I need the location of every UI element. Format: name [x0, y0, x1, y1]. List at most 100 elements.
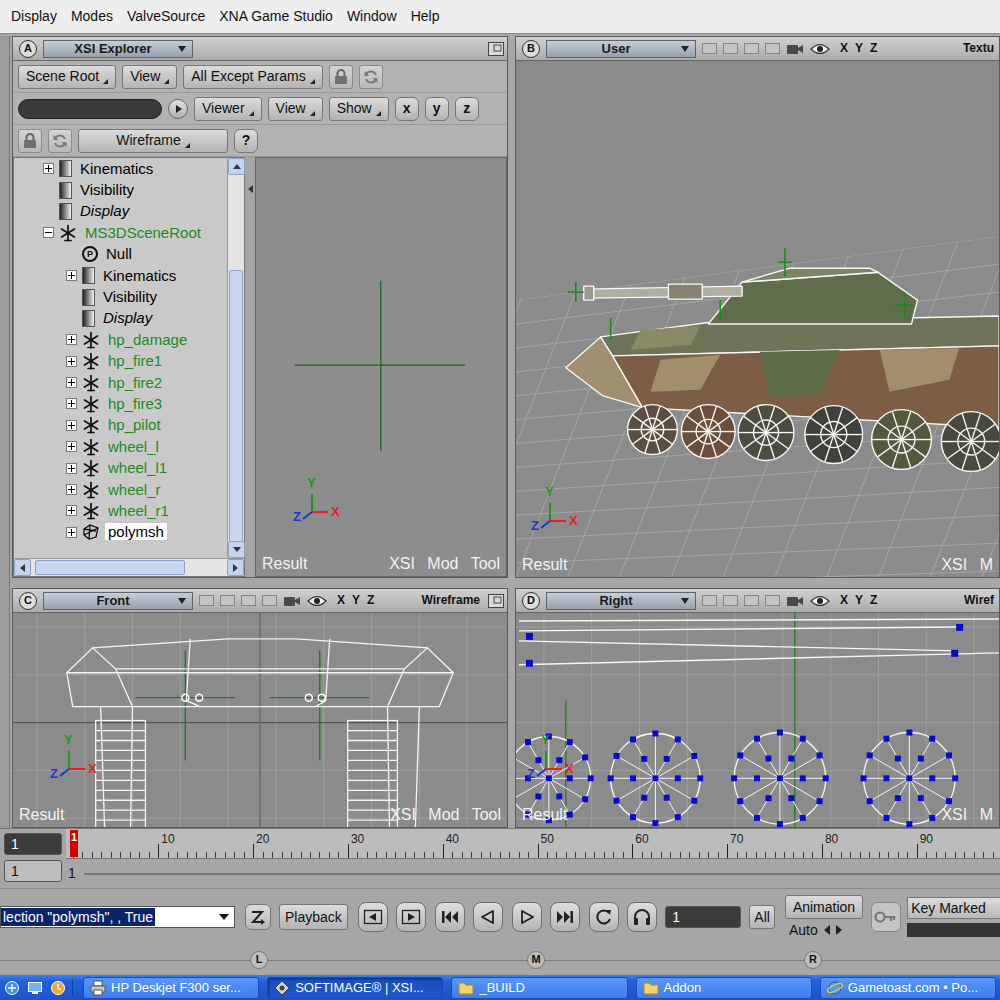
browser-launch-icon[interactable] — [4, 980, 20, 996]
view-dropdown[interactable]: Right — [546, 592, 696, 610]
viewport-letter[interactable]: B — [522, 40, 540, 58]
menu-item[interactable]: XNA Game Studio — [212, 8, 340, 25]
view-toggle[interactable] — [220, 595, 235, 606]
expander[interactable] — [66, 377, 77, 388]
menu-item[interactable]: ValveSource — [120, 8, 212, 25]
tree-item[interactable]: Visibility — [14, 179, 227, 200]
expander[interactable] — [66, 270, 77, 281]
tree-item[interactable]: hp_pilot — [14, 415, 227, 436]
transport-button[interactable] — [550, 902, 580, 932]
view-toggle[interactable] — [241, 595, 256, 606]
axis-toggle[interactable]: Y — [855, 41, 863, 55]
command-field[interactable]: lection "polymsh", , True — [0, 906, 235, 928]
view-dropdown[interactable]: XSI Explorer — [43, 40, 193, 58]
menu-item[interactable]: Help — [404, 8, 447, 25]
camera-icon[interactable] — [786, 594, 804, 608]
view-toggle[interactable] — [744, 595, 759, 606]
display-mode[interactable]: Wireframe — [421, 593, 482, 607]
refresh-icon[interactable] — [359, 65, 383, 89]
taskbar-button[interactable]: SOFTIMAGE® | XSI... — [267, 977, 443, 999]
expander[interactable] — [66, 356, 77, 367]
expander[interactable] — [66, 334, 77, 345]
tree-item[interactable]: Kinematics — [14, 265, 227, 286]
expander[interactable] — [66, 484, 77, 495]
time-cursor[interactable]: 1 — [70, 830, 78, 857]
expander[interactable] — [66, 505, 77, 516]
tree-item[interactable]: hp_fire2 — [14, 372, 227, 393]
tree-item[interactable]: hp_damage — [14, 329, 227, 350]
scroll-track[interactable] — [228, 175, 244, 541]
view-toggle[interactable] — [262, 595, 277, 606]
key-icon[interactable] — [871, 902, 901, 932]
clock-icon[interactable] — [50, 980, 66, 996]
menu-item[interactable]: Window — [340, 8, 404, 25]
eye-icon[interactable] — [810, 594, 830, 608]
transport-button[interactable] — [358, 902, 388, 932]
view-toggle[interactable] — [765, 43, 780, 54]
expander[interactable] — [66, 527, 77, 538]
transport-button[interactable] — [396, 902, 426, 932]
range-bar[interactable] — [84, 873, 1000, 875]
panel-splitter[interactable] — [245, 157, 255, 577]
tree-item[interactable]: Kinematics — [14, 158, 227, 179]
vertical-scrollbar[interactable] — [227, 158, 244, 558]
axis-toggle[interactable]: X — [840, 593, 848, 607]
lock-icon[interactable] — [18, 129, 42, 153]
horizontal-scrollbar[interactable] — [14, 558, 244, 576]
start-frame-field[interactable]: 1 — [4, 833, 62, 855]
tree-item[interactable]: PNull — [14, 244, 227, 265]
tree-item[interactable]: MS3DSceneRoot — [14, 222, 227, 243]
expander[interactable] — [66, 420, 77, 431]
eye-icon[interactable] — [307, 594, 327, 608]
layout-tab[interactable]: R — [804, 951, 822, 969]
viewport-letter[interactable]: C — [19, 592, 37, 610]
transport-button[interactable] — [589, 902, 619, 932]
tree-item[interactable]: wheel_l — [14, 436, 227, 457]
axis-toggle[interactable]: Z — [870, 593, 877, 607]
tree-item[interactable]: hp_fire3 — [14, 393, 227, 414]
transport-button[interactable] — [473, 902, 503, 932]
all-button[interactable]: All — [749, 905, 775, 929]
view-toggle[interactable] — [744, 43, 759, 54]
display-mode[interactable]: Textu — [963, 41, 996, 55]
eye-icon[interactable] — [810, 42, 830, 56]
taskbar-button[interactable]: Gametoast.com • Po... — [820, 977, 996, 999]
range-frame-field[interactable]: 1 — [4, 860, 62, 882]
menu-item[interactable]: Modes — [64, 8, 120, 25]
viewport-letter[interactable]: D — [522, 592, 540, 610]
view-dropdown[interactable]: Front — [43, 592, 193, 610]
animation-button[interactable]: Animation — [785, 895, 863, 919]
filter-field[interactable] — [18, 99, 162, 119]
tree-item[interactable]: polymsh — [14, 522, 227, 543]
scroll-track[interactable] — [31, 559, 227, 576]
tree-item[interactable]: Visibility — [14, 286, 227, 307]
tree-item[interactable]: wheel_r — [14, 479, 227, 500]
help-button[interactable]: ? — [234, 129, 258, 153]
toolbar-button[interactable]: Viewer — [194, 97, 262, 121]
transport-button[interactable] — [627, 902, 657, 932]
axis-toggle[interactable]: Z — [367, 593, 374, 607]
toolbar-button[interactable]: View — [268, 97, 323, 121]
axis-button[interactable]: x — [395, 97, 419, 121]
expander[interactable] — [43, 163, 54, 174]
toolbar-button[interactable]: Scene Root — [18, 65, 116, 89]
view-toggle[interactable] — [702, 43, 717, 54]
camera-icon[interactable] — [283, 594, 301, 608]
axis-toggle[interactable]: Y — [352, 593, 360, 607]
maximize-icon[interactable] — [488, 594, 504, 608]
tree-item[interactable]: hp_fire1 — [14, 351, 227, 372]
scroll-thumb[interactable] — [35, 560, 185, 575]
taskbar-button[interactable]: _BUILD — [451, 977, 627, 999]
frame-field[interactable]: 1 — [665, 906, 741, 928]
taskbar-button[interactable]: HP Deskjet F300 ser... — [83, 977, 259, 999]
expander[interactable] — [66, 398, 77, 409]
layout-tab[interactable]: L — [250, 951, 268, 969]
layout-tab[interactable]: M — [527, 951, 545, 969]
display-mode-button[interactable]: Wireframe — [78, 129, 228, 153]
playback-button[interactable]: Playback — [279, 904, 348, 930]
axis-button[interactable]: z — [455, 97, 479, 121]
toolbar-button[interactable]: All Except Params — [183, 65, 322, 89]
toolbar-button[interactable]: View — [122, 65, 177, 89]
scroll-left-icon[interactable] — [14, 559, 31, 576]
taskbar-button[interactable]: Addon — [636, 977, 812, 999]
